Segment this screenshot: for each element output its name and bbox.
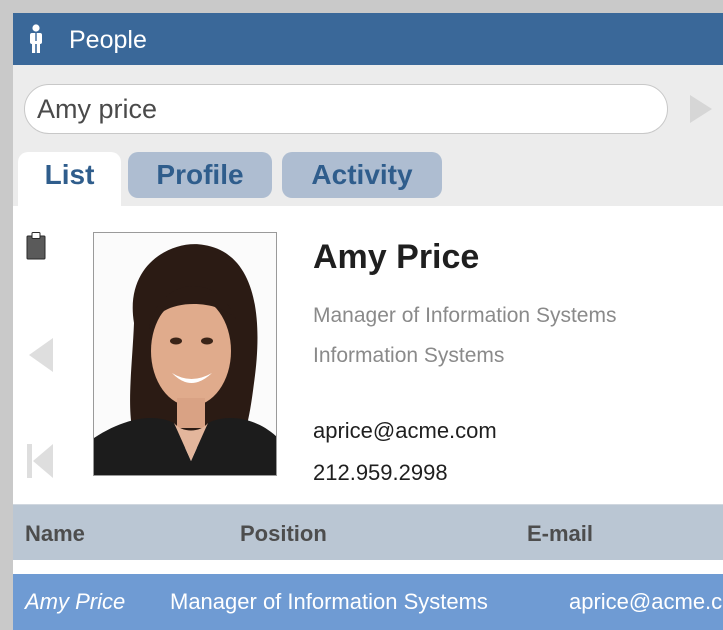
tab-activity[interactable]: Activity [282,152,442,198]
profile-photo [93,232,277,476]
tab-bar: List Profile Activity [13,150,723,206]
table-header: Name Position E-mail [13,504,723,561]
clipboard-icon[interactable] [26,232,46,260]
column-header-position[interactable]: Position [240,521,327,547]
table-row[interactable]: Amy Price Manager of Information Systems… [13,574,723,630]
people-window: People List Profile Activity [13,13,723,630]
profile-phone[interactable]: 212.959.2998 [313,460,448,486]
table-spacer [13,560,723,574]
profile-department: Information Systems [313,344,505,367]
search-bar [13,65,723,153]
profile-card: Amy Price Manager of Information Systems… [13,206,723,504]
tab-profile[interactable]: Profile [128,152,272,198]
profile-name: Amy Price [313,238,480,276]
tab-list[interactable]: List [18,152,121,206]
previous-icon[interactable] [29,338,53,372]
search-input[interactable] [24,84,668,134]
title-bar: People [13,13,723,65]
first-record-icon[interactable] [27,444,53,478]
profile-email[interactable]: aprice@acme.com [313,418,497,444]
person-icon [30,24,42,53]
cell-position: Manager of Information Systems [170,589,488,614]
column-header-email[interactable]: E-mail [527,521,593,547]
play-arrow-icon[interactable] [690,95,712,123]
profile-position: Manager of Information Systems [313,304,617,327]
cell-email: aprice@acme.com [569,589,723,614]
window-title: People [69,26,147,54]
column-header-name[interactable]: Name [25,521,85,547]
cell-name: Amy Price [25,589,126,614]
